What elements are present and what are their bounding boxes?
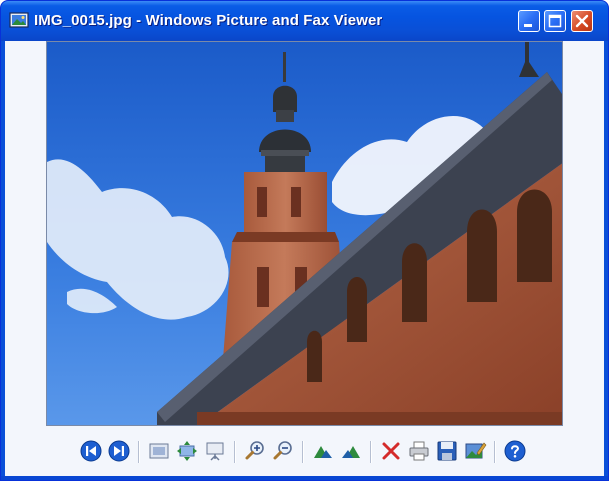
delete-button[interactable] [379, 439, 403, 463]
rotate-counterclockwise-icon [342, 446, 360, 458]
help-icon [504, 440, 526, 462]
church-tower-photo [46, 41, 563, 426]
rotate-counterclockwise-button[interactable] [339, 439, 363, 463]
zoom-in-icon [245, 441, 264, 460]
close-icon [575, 14, 589, 28]
previous-icon [80, 440, 102, 462]
help-button[interactable] [503, 439, 527, 463]
save-icon [437, 441, 457, 461]
maximize-button[interactable] [544, 10, 566, 32]
rotate-clockwise-icon [314, 446, 332, 458]
zoom-in-button[interactable] [243, 439, 267, 463]
delete-icon [382, 442, 400, 460]
title-bar[interactable]: IMG_0015.jpg - Windows Picture and Fax V… [1, 1, 608, 41]
window-bottom-border [1, 476, 608, 480]
close-button[interactable] [571, 10, 593, 32]
toolbar-separator [234, 441, 235, 463]
next-image-button[interactable] [107, 439, 131, 463]
picture-viewer-icon[interactable] [9, 11, 29, 29]
best-fit-icon [149, 443, 169, 459]
slideshow-icon [206, 442, 224, 461]
print-button[interactable] [407, 439, 431, 463]
best-fit-button[interactable] [147, 439, 171, 463]
zoom-out-button[interactable] [271, 439, 295, 463]
actual-size-button[interactable] [175, 439, 199, 463]
toolbar-separator [302, 441, 303, 463]
zoom-out-icon [273, 441, 292, 460]
actual-size-icon [177, 441, 197, 461]
print-icon [409, 441, 429, 461]
slide-show-button[interactable] [203, 439, 227, 463]
viewer-window: IMG_0015.jpg - Windows Picture and Fax V… [0, 0, 609, 481]
toolbar-separator [370, 441, 371, 463]
minimize-icon [524, 24, 532, 27]
toolbar-separator [138, 441, 139, 463]
rotate-clockwise-button[interactable] [311, 439, 335, 463]
edit-icon [465, 442, 487, 459]
viewer-toolbar [5, 431, 604, 471]
maximize-icon [548, 14, 562, 28]
edit-button[interactable] [463, 439, 487, 463]
minimize-button[interactable] [518, 10, 540, 32]
viewer-client-area [5, 41, 604, 476]
toolbar-separator [494, 441, 495, 463]
window-title: IMG_0015.jpg - Windows Picture and Fax V… [34, 12, 383, 29]
previous-image-button[interactable] [79, 439, 103, 463]
next-icon [108, 440, 130, 462]
copy-to-button[interactable] [435, 439, 459, 463]
